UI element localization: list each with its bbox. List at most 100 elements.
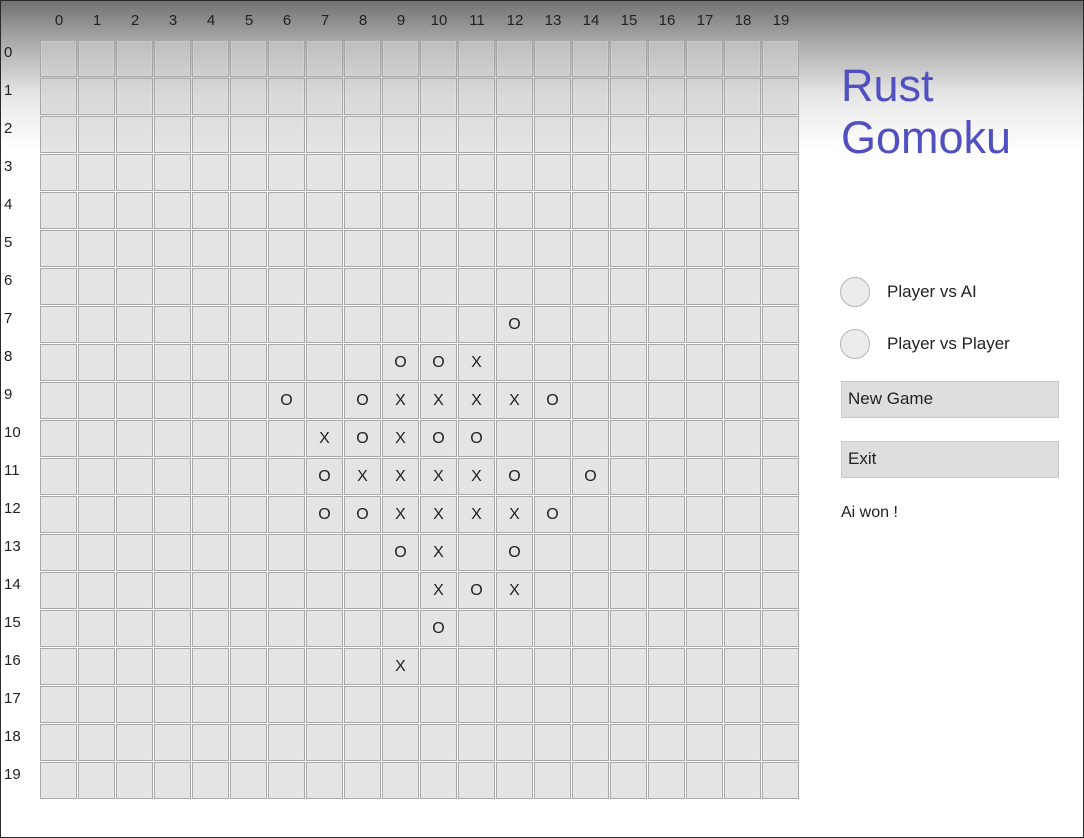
board-cell[interactable] bbox=[192, 496, 229, 533]
board-cell[interactable] bbox=[40, 420, 77, 457]
board-cell[interactable]: X bbox=[382, 382, 419, 419]
board-cell[interactable]: O bbox=[268, 382, 305, 419]
board-cell[interactable] bbox=[648, 344, 685, 381]
board-cell[interactable] bbox=[40, 686, 77, 723]
board-cell[interactable]: X bbox=[420, 382, 457, 419]
board-cell[interactable] bbox=[40, 268, 77, 305]
board-cell[interactable]: O bbox=[344, 420, 381, 457]
board-cell[interactable] bbox=[306, 382, 343, 419]
board-cell[interactable]: X bbox=[382, 648, 419, 685]
board-cell[interactable] bbox=[534, 116, 571, 153]
board-cell[interactable] bbox=[762, 420, 799, 457]
board-cell[interactable]: O bbox=[420, 610, 457, 647]
board-cell[interactable] bbox=[382, 230, 419, 267]
board-cell[interactable] bbox=[268, 268, 305, 305]
board-cell[interactable] bbox=[344, 610, 381, 647]
board-cell[interactable] bbox=[458, 306, 495, 343]
board-cell[interactable] bbox=[78, 230, 115, 267]
board-cell[interactable] bbox=[116, 306, 153, 343]
board-cell[interactable] bbox=[724, 78, 761, 115]
board-cell[interactable] bbox=[610, 762, 647, 799]
radio-player-vs-ai[interactable]: Player vs AI bbox=[840, 277, 977, 307]
board-cell[interactable] bbox=[78, 268, 115, 305]
board-cell[interactable] bbox=[268, 572, 305, 609]
board-cell[interactable] bbox=[458, 724, 495, 761]
board-cell[interactable] bbox=[268, 230, 305, 267]
board-cell[interactable]: O bbox=[344, 496, 381, 533]
board-cell[interactable] bbox=[610, 154, 647, 191]
board-cell[interactable] bbox=[154, 116, 191, 153]
board-cell[interactable] bbox=[534, 230, 571, 267]
board-cell[interactable] bbox=[572, 116, 609, 153]
board-cell[interactable] bbox=[154, 268, 191, 305]
board-cell[interactable] bbox=[420, 116, 457, 153]
board-cell[interactable] bbox=[572, 496, 609, 533]
board-cell[interactable] bbox=[762, 572, 799, 609]
board-cell[interactable] bbox=[420, 648, 457, 685]
board-cell[interactable] bbox=[572, 572, 609, 609]
board-cell[interactable] bbox=[534, 724, 571, 761]
board-cell[interactable] bbox=[496, 610, 533, 647]
board-cell[interactable] bbox=[610, 116, 647, 153]
board-cell[interactable] bbox=[648, 458, 685, 495]
board-cell[interactable] bbox=[724, 648, 761, 685]
board-cell[interactable] bbox=[496, 344, 533, 381]
board-cell[interactable] bbox=[382, 686, 419, 723]
board-cell[interactable] bbox=[496, 40, 533, 77]
board-cell[interactable] bbox=[268, 648, 305, 685]
board-cell[interactable] bbox=[40, 306, 77, 343]
board-cell[interactable] bbox=[648, 420, 685, 457]
board-cell[interactable] bbox=[534, 344, 571, 381]
board-cell[interactable] bbox=[230, 610, 267, 647]
board-cell[interactable] bbox=[572, 534, 609, 571]
board-cell[interactable] bbox=[230, 382, 267, 419]
board-cell[interactable] bbox=[382, 116, 419, 153]
board-cell[interactable]: X bbox=[458, 382, 495, 419]
board-cell[interactable] bbox=[610, 268, 647, 305]
board-cell[interactable]: X bbox=[382, 420, 419, 457]
board-cell[interactable] bbox=[344, 724, 381, 761]
board-cell[interactable] bbox=[40, 762, 77, 799]
board-cell[interactable]: O bbox=[458, 420, 495, 457]
board-cell[interactable] bbox=[344, 648, 381, 685]
board-cell[interactable] bbox=[192, 762, 229, 799]
board-cell[interactable] bbox=[610, 686, 647, 723]
board-cell[interactable] bbox=[724, 40, 761, 77]
board-cell[interactable] bbox=[496, 724, 533, 761]
board-cell[interactable] bbox=[154, 648, 191, 685]
board-cell[interactable] bbox=[724, 420, 761, 457]
board-cell[interactable] bbox=[192, 686, 229, 723]
board-cell[interactable] bbox=[344, 686, 381, 723]
board-cell[interactable] bbox=[458, 762, 495, 799]
board-cell[interactable] bbox=[458, 192, 495, 229]
board-cell[interactable] bbox=[268, 610, 305, 647]
board-cell[interactable] bbox=[40, 230, 77, 267]
board-cell[interactable] bbox=[496, 154, 533, 191]
board-cell[interactable] bbox=[648, 192, 685, 229]
board-cell[interactable] bbox=[268, 154, 305, 191]
board-cell[interactable] bbox=[496, 192, 533, 229]
board-cell[interactable]: X bbox=[420, 496, 457, 533]
board-cell[interactable] bbox=[78, 116, 115, 153]
board-cell[interactable] bbox=[116, 686, 153, 723]
board-cell[interactable] bbox=[458, 230, 495, 267]
board-cell[interactable]: X bbox=[420, 534, 457, 571]
board-cell[interactable] bbox=[686, 40, 723, 77]
board-cell[interactable] bbox=[116, 458, 153, 495]
board-cell[interactable] bbox=[724, 496, 761, 533]
board-cell[interactable] bbox=[458, 40, 495, 77]
board-cell[interactable] bbox=[40, 458, 77, 495]
board-cell[interactable] bbox=[534, 572, 571, 609]
board-cell[interactable] bbox=[686, 420, 723, 457]
board-cell[interactable] bbox=[496, 78, 533, 115]
board-cell[interactable] bbox=[762, 344, 799, 381]
board-cell[interactable] bbox=[610, 78, 647, 115]
board-cell[interactable] bbox=[268, 116, 305, 153]
board-cell[interactable] bbox=[648, 686, 685, 723]
board-cell[interactable] bbox=[230, 762, 267, 799]
board-cell[interactable] bbox=[78, 78, 115, 115]
board-cell[interactable] bbox=[192, 230, 229, 267]
board-cell[interactable] bbox=[306, 724, 343, 761]
board-cell[interactable] bbox=[648, 382, 685, 419]
board-cell[interactable] bbox=[610, 458, 647, 495]
